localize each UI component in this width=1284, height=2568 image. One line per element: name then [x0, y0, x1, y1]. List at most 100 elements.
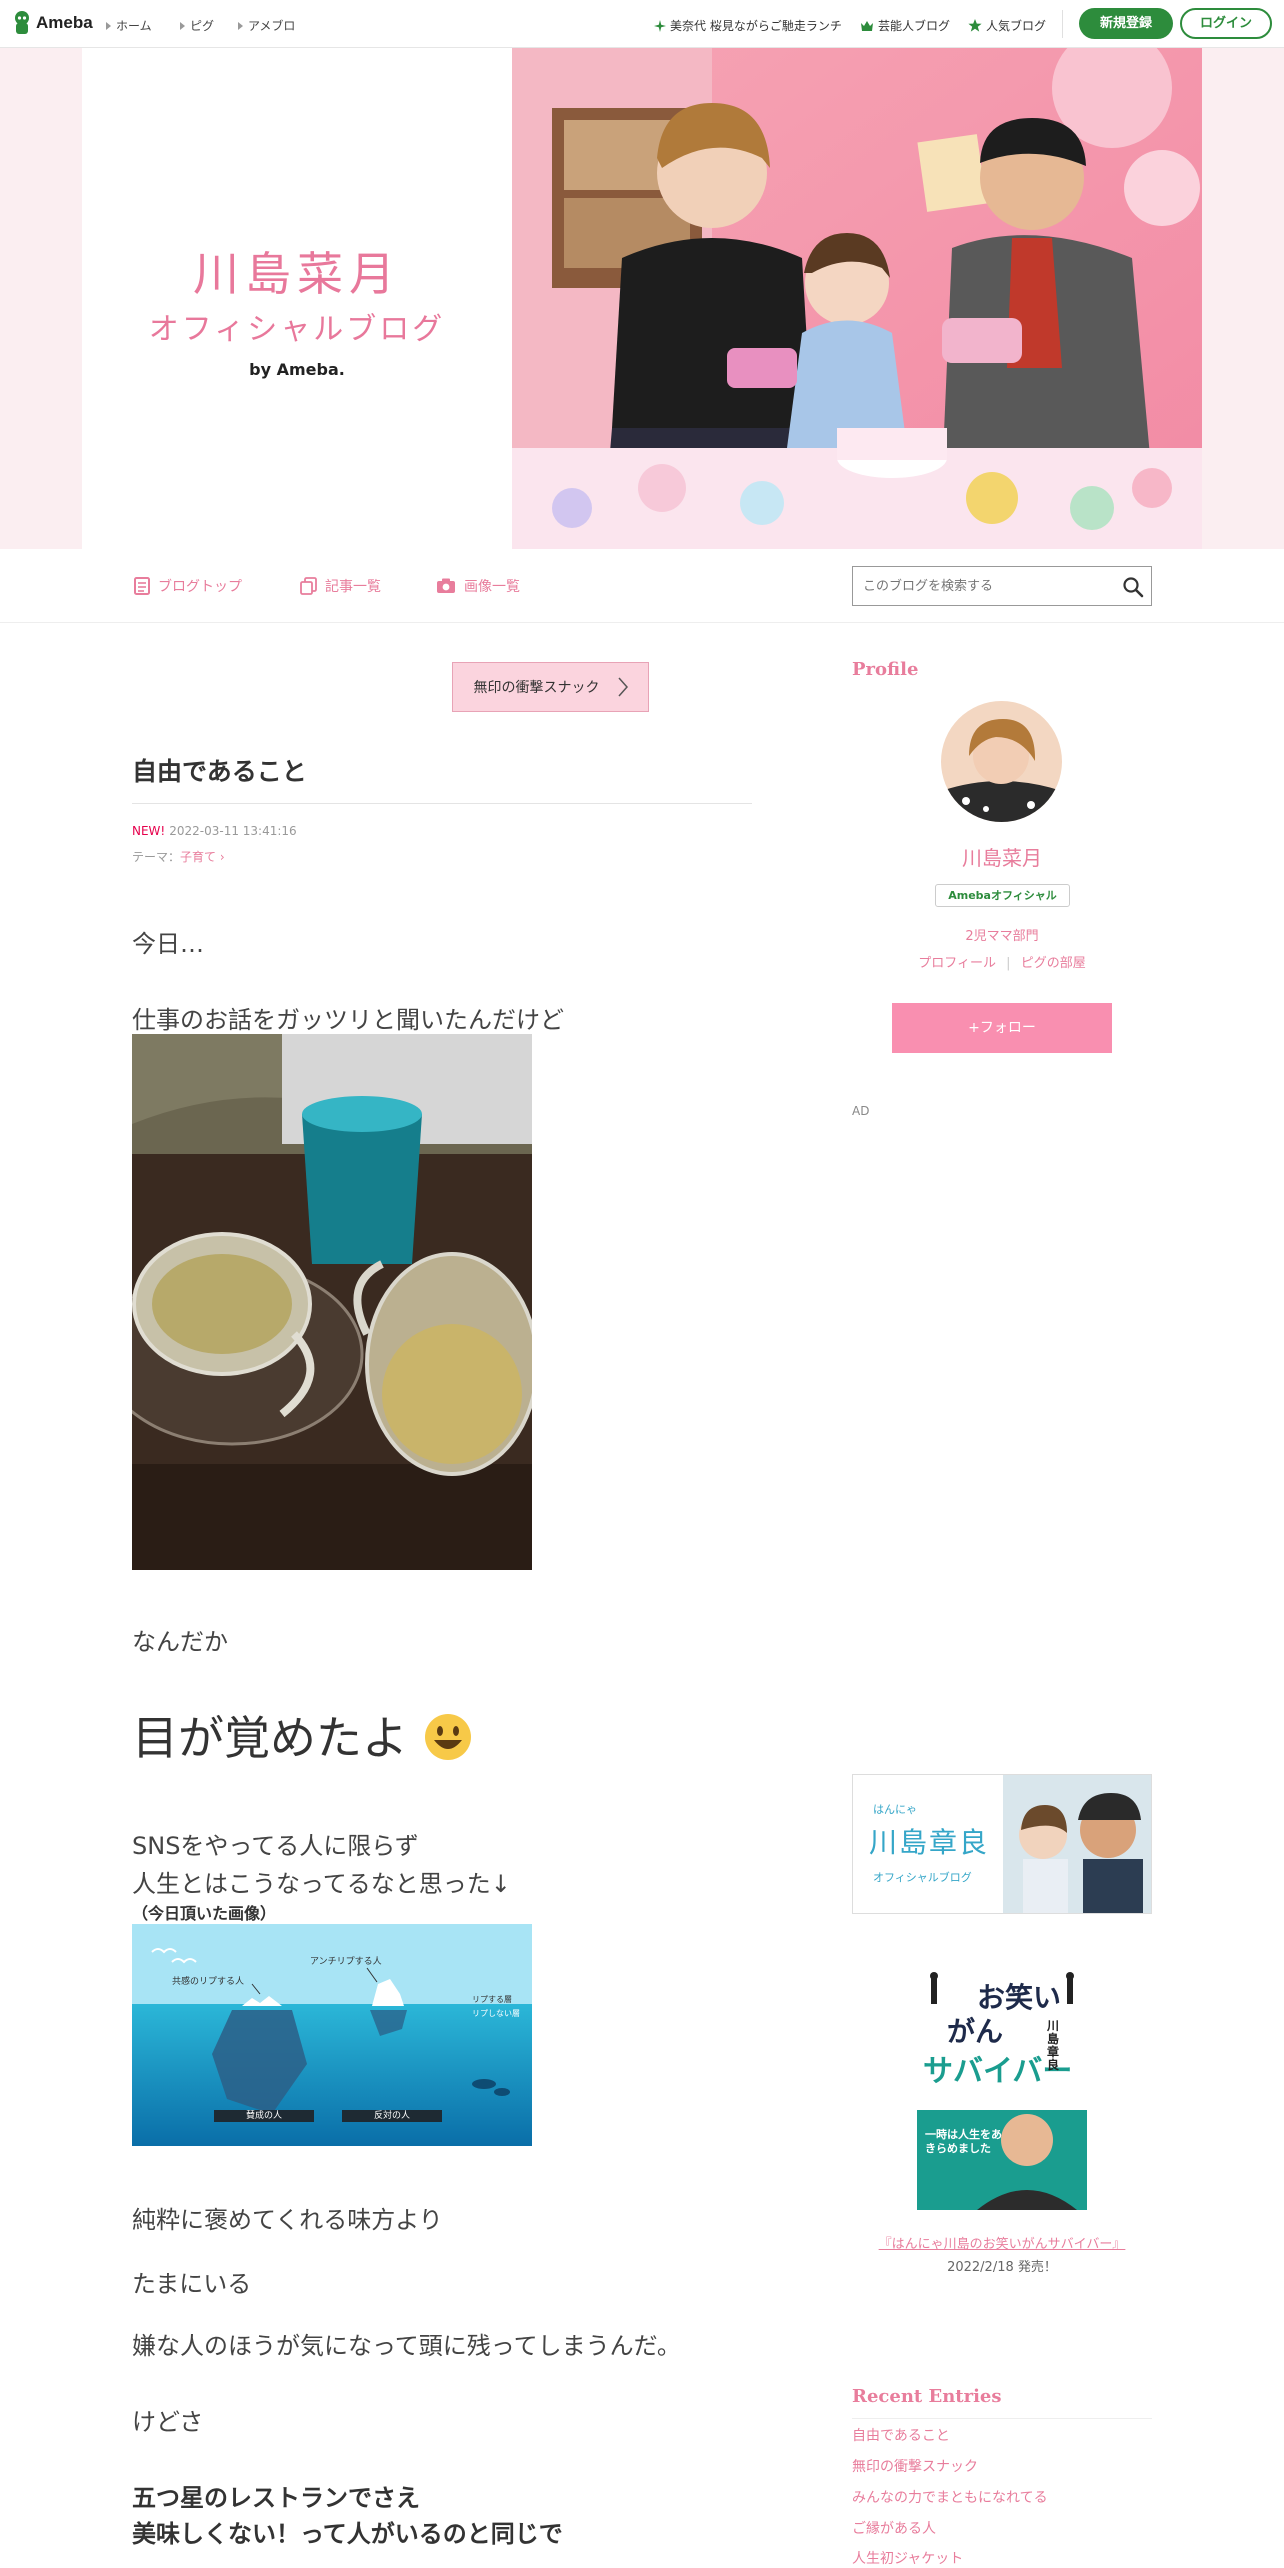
search-input[interactable] [853, 567, 1108, 605]
paragraph: けどさ [132, 2408, 204, 2436]
nav-home[interactable]: ホーム [106, 17, 152, 34]
follow-button[interactable]: +フォロー [892, 1003, 1112, 1053]
arrow-right-icon [180, 21, 185, 30]
blog-search [852, 566, 1152, 606]
pigg-room-link[interactable]: ピグの部屋 [1021, 956, 1086, 971]
profile-links: プロフィール | ピグの部屋 [852, 952, 1152, 971]
logo-text: Ameba [36, 13, 93, 32]
smile-emoji-icon [424, 1714, 471, 1760]
recent-entry-link[interactable]: 無印の衝撃スナック [852, 2456, 978, 2476]
image-caption: （今日頂いた画像） [132, 1904, 277, 1923]
book-author: 川島章良 [1047, 2019, 1060, 2072]
book-title-2: がん [947, 2015, 1004, 2048]
paragraph: 純粋に褒めてくれる味方より [132, 2206, 443, 2234]
recent-entry-link[interactable]: 自由であること [852, 2425, 950, 2445]
paragraph: 人生とはこうなってるなと思った↓ [132, 1870, 511, 1898]
recent-entry-link[interactable]: ご縁がある人 [852, 2518, 936, 2538]
book-release-date: 2022/2/18 発売！ [947, 2260, 1057, 2275]
banner-small-text: はんにゃ [873, 1803, 917, 1816]
iceberg-box-oppose: 反対の人 [373, 2111, 410, 2121]
profile-avatar[interactable] [941, 701, 1062, 822]
login-button[interactable]: ログイン [1180, 8, 1272, 39]
recent-entries-heading: Recent Entries [852, 2386, 1002, 2407]
family-photo [512, 48, 1202, 549]
global-header: Ameba ホーム ピグ アメブロ 美奈代 桜見ながらご馳走ランチ 芸能人ブログ… [0, 0, 1284, 48]
arrow-right-icon [106, 21, 111, 30]
iceberg-label-empathy: 共感のリプする人 [172, 1977, 245, 1987]
article-title[interactable]: 自由であること [132, 752, 307, 788]
nav-ameblo[interactable]: アメブロ [238, 17, 295, 34]
tea-photo[interactable] [132, 1034, 532, 1570]
crown-icon [861, 20, 873, 31]
paragraph: SNSをやってる人に限らず [132, 1832, 419, 1860]
book-cover[interactable]: お笑い がん サバイバー 川島章良 一時は人生をあきらめました [917, 1970, 1087, 2210]
profile-link[interactable]: プロフィール [918, 956, 996, 971]
blog-title: 川島菜月 [193, 247, 401, 301]
paragraph: たまにいる [132, 2270, 252, 2298]
nav-entry-list-label: 記事一覧 [325, 579, 381, 595]
nav-entry-list[interactable]: 記事一覧 [300, 576, 381, 596]
nav-blog-top-label: ブログトップ [158, 579, 242, 595]
paragraph-bold: 五つ星のレストランでさえ [132, 2484, 420, 2512]
register-button[interactable]: 新規登録 [1079, 8, 1173, 39]
official-badge: Amebaオフィシャル [935, 884, 1070, 907]
book-caption: 一時は人生をあきらめました [925, 2128, 1002, 2155]
paragraph-large: 目が覚めたよ [132, 1702, 473, 1768]
paragraph-bold: 美味しくない！って人がいるのと同じで [132, 2520, 563, 2548]
blog-title-block: 川島菜月 オフィシャルブログ by Ameba. [82, 48, 512, 549]
article-theme: テーマ：子育て › [132, 848, 225, 865]
nav-blog-top[interactable]: ブログトップ [134, 576, 242, 596]
iceberg-box-agree: 賛成の人 [245, 2111, 282, 2121]
profile-heading: Profile [852, 659, 919, 680]
nav-pigg[interactable]: ピグ [180, 17, 214, 34]
paragraph-large-text: 目が覚めたよ [132, 1711, 408, 1765]
title-divider [132, 803, 752, 804]
recent-entry-link[interactable]: みんなの力でまともになれてる [852, 2487, 1048, 2507]
paragraph: 今日… [132, 930, 204, 958]
chevron-right-icon [617, 677, 628, 697]
related-blog-banner[interactable]: はんにゃ 川島章良 オフィシャルブログ [852, 1774, 1152, 1914]
nav-image-list-label: 画像一覧 [464, 579, 520, 595]
star-icon [968, 19, 982, 32]
recent-divider [852, 2418, 1152, 2419]
nav-home-label: ホーム [116, 19, 152, 33]
pr-entry-button[interactable]: 無印の衝撃スナック [452, 662, 649, 712]
paragraph: なんだか [132, 1628, 228, 1656]
recent-entry-link[interactable]: 人生初ジャケット [852, 2548, 963, 2568]
blog-navigation: ブログトップ 記事一覧 画像一覧 [0, 549, 1284, 623]
arrow-right-icon [238, 21, 243, 30]
theme-link[interactable]: 子育て [180, 850, 216, 864]
article-meta: NEW! 2022-03-11 13:41:16 [132, 824, 297, 838]
nav-pigg-label: ピグ [190, 19, 215, 33]
iceberg-image[interactable]: アンチリプする人 共感のリプする人 リプする層 リプしない層 賛成の人 反対の人 [132, 1924, 532, 2146]
ranking-link[interactable]: 2児ママ部門 [852, 925, 1152, 944]
new-badge: NEW! [132, 824, 166, 838]
banner-subtitle: オフィシャルブログ [873, 1871, 972, 1884]
trending-link-label: 美奈代 桜見ながらご馳走ランチ [670, 19, 842, 33]
theme-label: テーマ： [132, 850, 181, 864]
celebrity-blog-link[interactable]: 芸能人ブログ [860, 17, 950, 34]
blog-subtitle: オフィシャルブログ [148, 312, 446, 347]
article-datetime: 2022-03-11 13:41:16 [169, 824, 297, 838]
sparkle-icon [654, 19, 666, 32]
document-icon [134, 577, 150, 595]
iceberg-legend-reply: リプする層 [472, 1995, 512, 2004]
ad-label: AD [852, 1104, 870, 1118]
copy-icon [300, 577, 317, 595]
paragraph: 仕事のお話をガッツリと聞いたんだけど [132, 1006, 564, 1034]
profile-name[interactable]: 川島菜月 [852, 842, 1152, 871]
book-link[interactable]: 『はんにゃ川島のお笑いがんサバイバー』 [852, 2233, 1152, 2252]
ameba-logo[interactable]: Ameba [12, 10, 93, 36]
trending-link[interactable]: 美奈代 桜見ながらご馳走ランチ [654, 17, 842, 34]
popular-blog-link[interactable]: 人気ブログ [968, 17, 1046, 34]
iceberg-label-anti: アンチリプする人 [310, 1957, 382, 1967]
ameba-mascot-icon [15, 11, 29, 34]
celebrity-blog-label: 芸能人ブログ [878, 19, 951, 33]
paragraph: 嫌な人のほうが気になって頭に残ってしまうんだ。 [132, 2332, 681, 2360]
nav-ameblo-label: アメブロ [248, 19, 296, 33]
blog-header-banner[interactable]: 川島菜月 オフィシャルブログ by Ameba. [82, 48, 1202, 549]
link-separator: | [1006, 956, 1011, 971]
nav-image-list[interactable]: 画像一覧 [436, 576, 520, 596]
pr-entry-label: 無印の衝撃スナック [473, 680, 600, 696]
search-icon[interactable] [1121, 575, 1145, 599]
